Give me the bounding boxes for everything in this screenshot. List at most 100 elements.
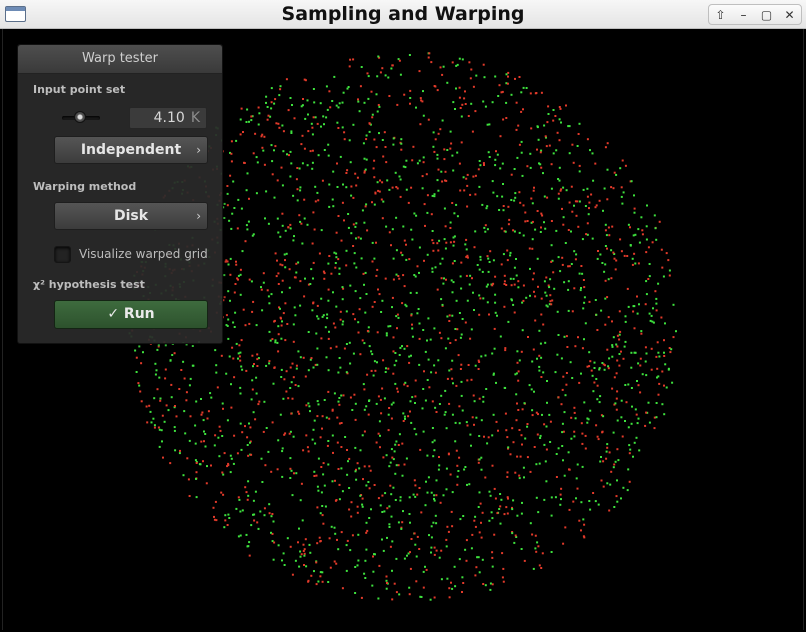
sample-point (188, 439, 191, 442)
sample-point (350, 515, 353, 518)
sample-point (223, 296, 226, 299)
point-count-slider[interactable] (62, 111, 100, 123)
sample-point (384, 74, 387, 77)
sample-point (411, 396, 414, 399)
visualize-grid-row[interactable]: Visualize warped grid (54, 245, 208, 263)
sample-point (275, 275, 278, 278)
sample-point (597, 250, 599, 252)
sample-point (561, 256, 564, 259)
sample-point (296, 199, 299, 202)
sample-point (505, 429, 508, 432)
sample-point (459, 368, 462, 370)
sample-point (482, 63, 485, 66)
sample-point (534, 228, 537, 231)
sample-point (645, 251, 648, 254)
sample-point (398, 433, 401, 436)
sample-point (371, 260, 374, 263)
sample-point (373, 203, 376, 206)
sample-point (233, 291, 236, 294)
sample-point (487, 270, 490, 273)
sample-point (645, 225, 648, 228)
sample-point (460, 115, 463, 118)
sample-point (305, 434, 308, 437)
sample-point (627, 305, 630, 308)
point-count-field[interactable]: 4.10 K (129, 107, 207, 129)
sample-point (317, 457, 320, 460)
sample-point (313, 475, 316, 477)
sample-point (363, 101, 366, 104)
point-set-dropdown[interactable]: Independent › (54, 136, 208, 164)
sample-point (272, 382, 275, 385)
sample-point (521, 443, 523, 446)
sample-point (309, 551, 312, 554)
close-icon[interactable]: ✕ (781, 7, 799, 23)
sample-point (392, 336, 395, 339)
restore-icon[interactable]: ⇧ (712, 7, 730, 23)
sample-point (387, 325, 390, 328)
sample-point (226, 524, 229, 526)
sample-point (304, 277, 306, 280)
sample-point (395, 591, 398, 594)
sample-point (415, 433, 418, 436)
warp-tester-panel[interactable]: Warp tester Input point set 4.10 K Indepe… (17, 44, 223, 344)
sample-point (502, 183, 504, 185)
sample-point (307, 331, 310, 333)
sample-point (398, 59, 401, 62)
sample-point (574, 345, 577, 348)
minimize-icon[interactable]: – (735, 7, 753, 23)
sample-point (559, 107, 562, 110)
sample-point (302, 550, 305, 552)
sample-point (481, 203, 484, 206)
sample-point (361, 505, 364, 508)
run-button[interactable]: ✓ Run (54, 300, 208, 329)
sample-point (337, 468, 340, 470)
sample-point (513, 230, 516, 233)
sample-point (347, 226, 350, 229)
sample-point (418, 159, 421, 162)
sample-point (335, 104, 338, 107)
sample-point (392, 486, 395, 489)
maximize-icon[interactable]: ▢ (758, 7, 776, 23)
sample-point (409, 102, 411, 105)
sample-point (195, 496, 198, 499)
sample-point (550, 496, 553, 499)
sample-point (138, 384, 141, 387)
sample-point (606, 443, 609, 446)
sample-point (276, 217, 279, 220)
sample-point (520, 434, 523, 437)
sample-point (415, 106, 417, 109)
sample-point (591, 152, 594, 155)
sample-point (581, 442, 584, 445)
sample-point (652, 321, 655, 324)
sample-point (570, 416, 573, 419)
visualize-grid-checkbox[interactable] (54, 245, 71, 263)
warping-method-dropdown[interactable]: Disk › (54, 202, 208, 230)
sample-point (525, 87, 528, 89)
sample-point (357, 321, 360, 324)
slider-knob[interactable] (74, 111, 86, 123)
sample-point (417, 308, 420, 310)
sample-point (384, 277, 387, 280)
sample-point (469, 193, 472, 196)
sample-point (506, 436, 509, 439)
sample-point (620, 416, 623, 419)
sample-point (341, 587, 344, 590)
sample-point (462, 515, 465, 517)
sample-point (513, 199, 516, 202)
sample-point (500, 91, 503, 94)
sample-point (641, 233, 644, 236)
sample-point (461, 591, 463, 593)
sample-point (164, 344, 167, 347)
panel-title[interactable]: Warp tester (18, 45, 222, 74)
sample-point (217, 436, 220, 439)
sample-point (261, 481, 264, 483)
sample-point (328, 90, 331, 93)
sample-point (331, 100, 334, 102)
sample-point (215, 519, 218, 522)
sample-point (246, 444, 249, 446)
sample-point (431, 194, 434, 197)
sample-point (273, 541, 276, 544)
sample-point (327, 288, 330, 291)
sample-point (150, 421, 153, 424)
sample-point (264, 217, 266, 220)
